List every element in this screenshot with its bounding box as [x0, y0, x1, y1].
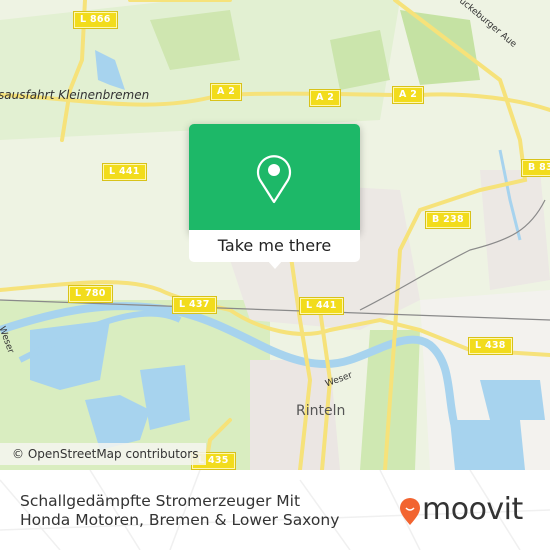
road-shield-a2: A 2 [308, 89, 342, 107]
popup-header [189, 124, 360, 230]
road-shield-a2: A 2 [391, 86, 425, 104]
map-pin-icon [256, 155, 292, 204]
footer: Schallgedämpfte Stromerzeuger Mit Honda … [0, 470, 550, 550]
road-shield-b83: B 83 [521, 159, 550, 177]
road-shield-l866: L 866 [73, 11, 118, 29]
exit-label: sausfahrt Kleinenbremen [0, 88, 150, 102]
road-shield-l441: L 441 [102, 163, 147, 181]
town-label-rinteln: Rinteln [296, 403, 346, 419]
road-shield-l441: L 441 [299, 297, 344, 315]
road-shield-l438: L 438 [468, 337, 513, 355]
moovit-wordmark: moovit [422, 492, 523, 527]
place-title: Schallgedämpfte Stromerzeuger Mit Honda … [20, 492, 340, 529]
road-shield-l780: L 780 [68, 285, 113, 303]
moovit-pin-icon [400, 498, 420, 525]
location-popup: Take me there [189, 124, 360, 269]
popup-tail [267, 260, 283, 269]
road-shield-b238: B 238 [425, 211, 471, 229]
road-shield-l437: L 437 [172, 296, 217, 314]
map[interactable]: L 866 A 2 A 2 A 2 L 441 B 83 B 238 L 780… [0, 0, 550, 470]
road-shield-a2: A 2 [209, 83, 243, 101]
map-attribution[interactable]: © OpenStreetMap contributors [0, 443, 207, 465]
take-me-there-button[interactable]: Take me there [189, 230, 360, 262]
